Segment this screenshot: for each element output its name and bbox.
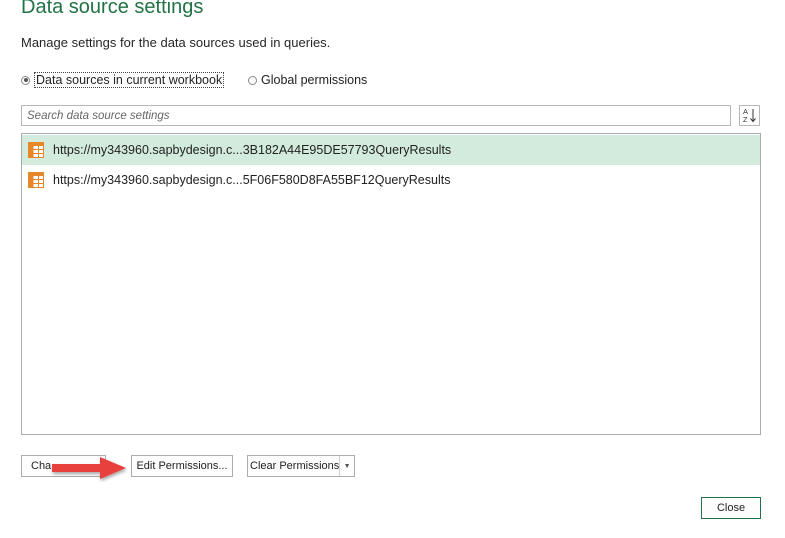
close-button[interactable]: Close xyxy=(701,497,761,519)
annotation-arrow-icon xyxy=(52,457,126,479)
data-source-item[interactable]: https://my343960.sapbydesign.c...5F06F58… xyxy=(22,165,760,195)
sort-az-icon: A Z xyxy=(743,107,756,124)
search-input[interactable] xyxy=(22,106,730,126)
edit-permissions-label: Edit Permissions... xyxy=(136,460,228,472)
clear-permissions-button[interactable]: Clear Permissions ▼ xyxy=(247,455,355,477)
sort-button[interactable]: A Z xyxy=(739,105,760,126)
edit-permissions-button[interactable]: Edit Permissions... xyxy=(131,455,233,477)
table-icon xyxy=(28,172,44,188)
radio-unselected-icon[interactable] xyxy=(248,75,257,85)
data-source-item[interactable]: https://my343960.sapbydesign.c...3B182A4… xyxy=(22,135,760,165)
table-icon xyxy=(28,142,44,158)
radio-current-workbook-label[interactable]: Data sources in current workbook xyxy=(34,72,225,88)
clear-permissions-label[interactable]: Clear Permissions xyxy=(248,460,339,472)
radio-current-workbook[interactable]: Data sources in current workbook xyxy=(21,71,225,89)
close-label: Close xyxy=(716,502,746,514)
data-source-label[interactable]: https://my343960.sapbydesign.c...5F06F58… xyxy=(53,173,450,187)
data-source-list[interactable]: https://my343960.sapbydesign.c...3B182A4… xyxy=(21,133,761,435)
radio-global-permissions[interactable]: Global permissions xyxy=(248,71,367,89)
dialog-subtitle: Manage settings for the data sources use… xyxy=(21,35,331,50)
change-source-label: Cha xyxy=(31,460,52,472)
radio-global-permissions-label[interactable]: Global permissions xyxy=(261,73,367,87)
dialog-title: Data source settings xyxy=(21,0,204,18)
search-box[interactable] xyxy=(21,105,731,126)
data-source-label[interactable]: https://my343960.sapbydesign.c...3B182A4… xyxy=(53,143,451,157)
chevron-down-icon[interactable]: ▼ xyxy=(340,463,354,470)
radio-selected-icon[interactable] xyxy=(21,75,30,85)
svg-text:Z: Z xyxy=(743,115,748,124)
